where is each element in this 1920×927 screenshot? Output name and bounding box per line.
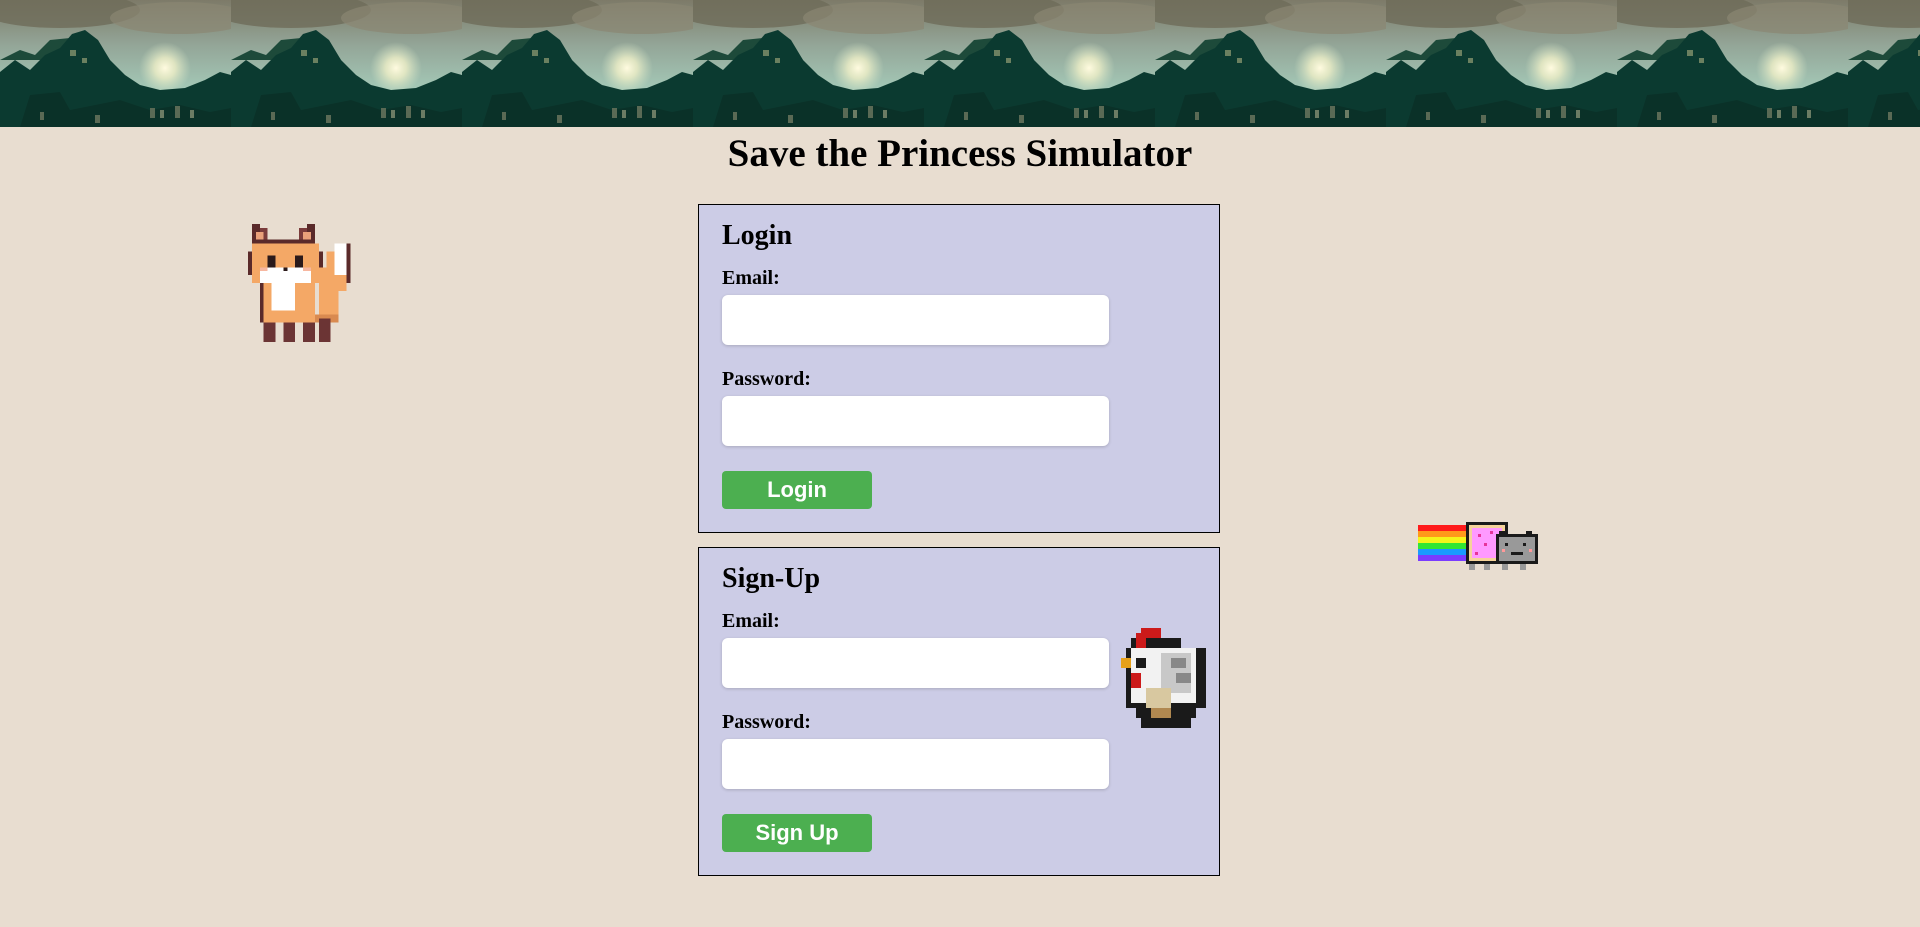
nyan-cat-icon xyxy=(1418,522,1538,570)
forest-ruins-banner-image xyxy=(0,0,1920,127)
chicken-icon xyxy=(1121,628,1206,728)
login-email-input[interactable] xyxy=(722,295,1109,345)
signup-password-input[interactable] xyxy=(722,739,1109,789)
header-banner xyxy=(0,0,1920,127)
fox-sprite xyxy=(247,220,371,355)
login-password-label: Password: xyxy=(722,368,811,390)
nyan-cat-sprite xyxy=(1418,522,1544,575)
signup-button[interactable]: Sign Up xyxy=(722,814,872,852)
page-title: Save the Princess Simulator xyxy=(727,132,1193,175)
login-heading: Login xyxy=(722,220,793,251)
fox-icon xyxy=(247,223,351,343)
login-password-input[interactable] xyxy=(722,396,1109,446)
login-button[interactable]: Login xyxy=(722,471,872,509)
signup-email-label: Email: xyxy=(722,610,780,632)
chicken-sprite xyxy=(1121,628,1211,733)
login-email-label: Email: xyxy=(722,267,780,289)
login-form: Login Email: Password: Login xyxy=(698,204,1220,533)
signup-email-input[interactable] xyxy=(722,638,1109,688)
signup-password-label: Password: xyxy=(722,711,811,733)
signup-form: Sign-Up Email: Password: Sign Up xyxy=(698,547,1220,876)
signup-heading: Sign-Up xyxy=(722,563,821,594)
